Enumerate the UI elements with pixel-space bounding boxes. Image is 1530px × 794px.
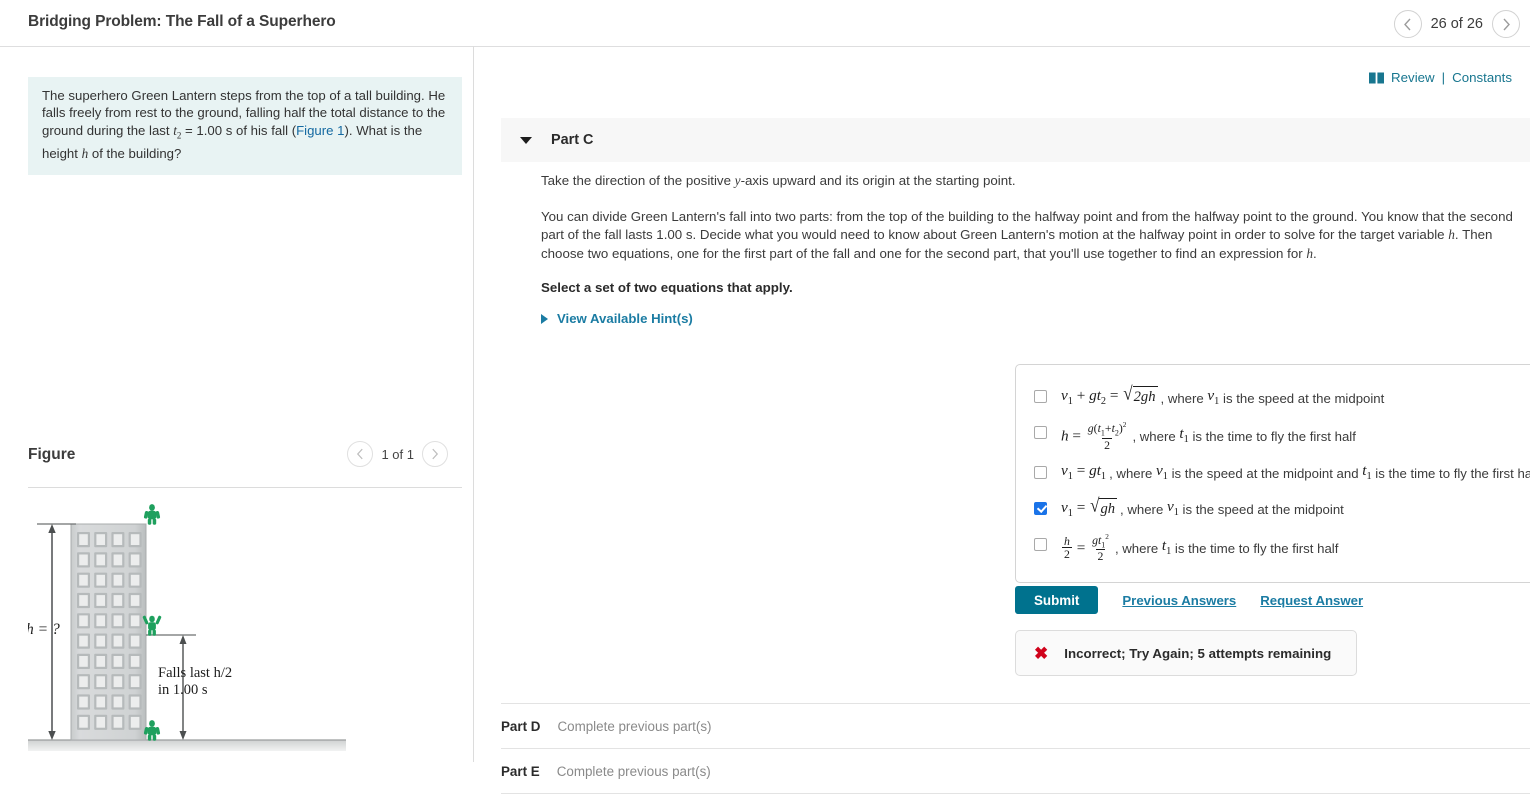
height-label: h = ?	[28, 621, 60, 638]
option-row-4[interactable]: v1 = √ gh , where v1 is the speed at the …	[1016, 493, 1530, 529]
hero-top	[143, 504, 161, 525]
caret-right-icon	[541, 313, 548, 324]
chevron-right-icon	[1502, 18, 1510, 30]
figure-header: Figure 1 of 1	[28, 441, 462, 488]
select-instruction: Select a set of two equations that apply…	[541, 280, 793, 295]
instruction-paragraph-1: Take the direction of the positive y-axi…	[541, 173, 1016, 188]
figure-title: Figure	[28, 446, 76, 463]
previous-answers-link[interactable]: Previous Answers	[1122, 593, 1236, 608]
part-d-row[interactable]: Part D Complete previous part(s)	[501, 703, 1530, 749]
next-question-button[interactable]	[1492, 10, 1520, 38]
falls-label-line1: Falls last h/2	[158, 665, 232, 681]
option-2-checkbox[interactable]	[1034, 426, 1047, 439]
statement-text-2: = 1.00 s of his fall (	[181, 122, 297, 138]
part-c-body: Take the direction of the positive y-axi…	[541, 172, 1516, 326]
option-1-text: v1 + gt2 = √ 2gh , where v1 is the speed …	[1061, 382, 1385, 408]
part-d-status: Complete previous part(s)	[557, 719, 712, 734]
book-icon	[1369, 72, 1385, 83]
option-3-text: v1 = gt1 , where v1 is the speed at the …	[1061, 461, 1530, 482]
option-row-1[interactable]: v1 + gt2 = √ 2gh , where v1 is the speed …	[1016, 381, 1530, 417]
pager-label: 26 of 26	[1430, 16, 1483, 32]
figure-image[interactable]: h = ? Falls last h/2 in 1.00 s	[28, 494, 462, 794]
answer-options-box: v1 + gt2 = √ 2gh , where v1 is the speed …	[1015, 364, 1530, 584]
part-e-status: Complete previous part(s)	[556, 764, 711, 779]
left-panel: The superhero Green Lantern steps from t…	[0, 46, 473, 762]
review-label: Review	[1391, 70, 1435, 85]
part-e-row[interactable]: Part E Complete previous part(s)	[501, 748, 1530, 794]
figure-previous-button[interactable]	[347, 441, 374, 467]
figure-next-button[interactable]	[422, 441, 448, 467]
option-row-2[interactable]: h = g(t1+t2)2 2 , where t1 is the time to…	[1016, 417, 1530, 457]
ground	[28, 740, 346, 751]
view-hints-label: View Available Hint(s)	[557, 311, 693, 326]
option-5-checkbox[interactable]	[1034, 537, 1047, 551]
option-1-checkbox[interactable]	[1034, 390, 1047, 403]
part-c-label: Part C	[551, 132, 594, 148]
statement-text-4: of the building?	[88, 145, 182, 161]
figure-1-link[interactable]: Figure 1	[296, 123, 344, 138]
instruction-paragraph-2: You can divide Green Lantern's fall into…	[541, 208, 1513, 261]
feedback-banner: ✖ Incorrect; Try Again; 5 attempts remai…	[1015, 630, 1357, 676]
option-5-text: h2 = gt12 2 , where t1 is the time to fly…	[1062, 531, 1339, 564]
x-mark-icon: ✖	[1034, 643, 1049, 663]
submit-button[interactable]: Submit	[1015, 586, 1099, 614]
review-constants-link[interactable]: Review | Constants	[1369, 70, 1512, 85]
assignment-pager: 26 of 26	[1393, 9, 1520, 39]
view-hints-link[interactable]: View Available Hint(s)	[541, 311, 1516, 326]
figure-pager: 1 of 1	[347, 439, 448, 469]
previous-question-button[interactable]	[1393, 10, 1422, 38]
option-row-5[interactable]: h2 = gt12 2 , where t1 is the time to fly…	[1016, 529, 1530, 569]
caret-down-icon[interactable]	[520, 136, 532, 144]
page-title: Bridging Problem: The Fall of a Superher…	[28, 13, 336, 30]
feedback-text: Incorrect; Try Again; 5 attempts remaini…	[1064, 645, 1332, 661]
constants-label: Constants	[1452, 70, 1512, 85]
request-answer-link[interactable]: Request Answer	[1260, 593, 1363, 608]
right-panel: Review | Constants Part C Take the direc…	[474, 46, 1530, 794]
submit-row: Submit Previous Answers Request Answer	[1015, 586, 1363, 614]
option-4-checkbox[interactable]	[1034, 501, 1047, 515]
part-e-label: Part E	[501, 764, 540, 779]
figure-pager-label: 1 of 1	[381, 446, 414, 462]
part-c-header[interactable]: Part C	[501, 118, 1530, 162]
option-4-text: v1 = √ gh , where v1 is the speed at the …	[1061, 494, 1344, 519]
option-row-3[interactable]: v1 = gt1 , where v1 is the speed at the …	[1016, 457, 1530, 493]
chevron-right-icon	[432, 448, 439, 460]
top-bar: Bridging Problem: The Fall of a Superher…	[0, 0, 1530, 47]
chevron-left-icon	[357, 448, 364, 460]
review-separator: |	[1441, 70, 1446, 85]
option-3-checkbox[interactable]	[1034, 465, 1047, 479]
chevron-left-icon	[1404, 18, 1411, 30]
falls-label-line2: in 1.00 s	[158, 682, 208, 698]
option-2-text: h = g(t1+t2)2 2 , where t1 is the time to…	[1061, 420, 1356, 452]
part-d-label: Part D	[501, 719, 541, 734]
problem-statement: The superhero Green Lantern steps from t…	[28, 77, 462, 176]
